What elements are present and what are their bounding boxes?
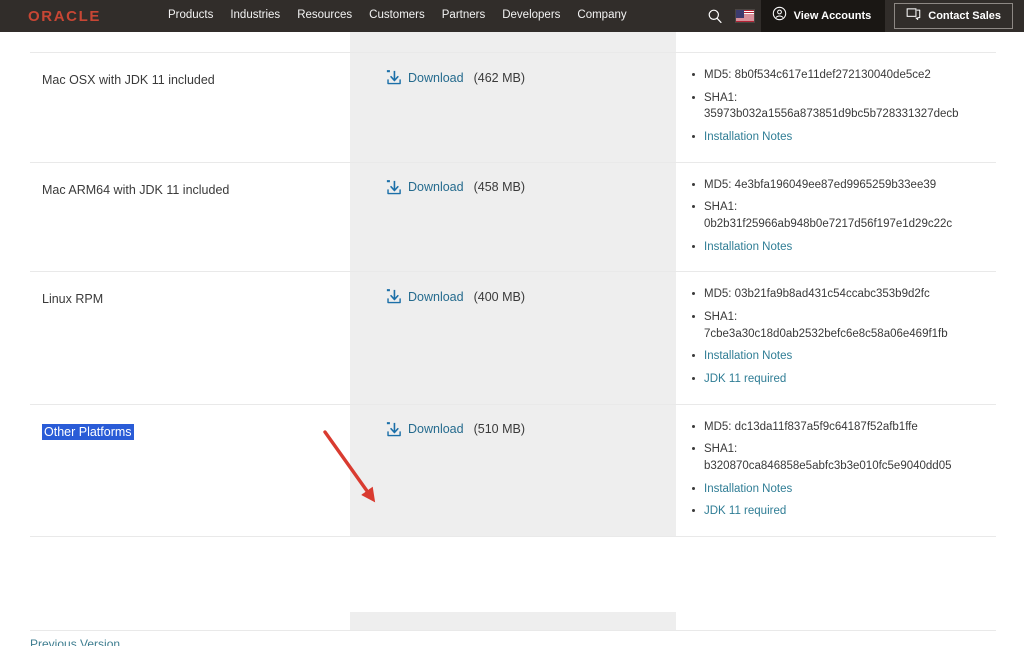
checksum-hash-value: b320870ca846858e5abfc3b3e010fc5e9040dd05 xyxy=(704,458,986,475)
checksum-hash: SHA1:0b2b31f25966ab948b0e7217d56f197e1d2… xyxy=(690,199,986,232)
search-icon[interactable] xyxy=(701,2,729,30)
table-row-stub xyxy=(30,612,996,631)
table-row: Mac ARM64 with JDK 11 included Download (4… xyxy=(30,163,996,273)
download-link[interactable]: Download (510 MB) xyxy=(385,421,525,438)
checksum-hash-label: SHA1: xyxy=(704,441,986,458)
download-label: Download xyxy=(408,71,464,85)
cell-platform: Linux RPM xyxy=(30,272,350,403)
contact-sales-label: Contact Sales xyxy=(928,10,1001,22)
checksum-link[interactable]: Installation Notes xyxy=(690,348,986,365)
download-size: (510 MB) xyxy=(474,422,525,436)
cell-checksum: MD5: 03b21fa9b8ad431c54ccabc353b9d2fc SHA… xyxy=(676,272,996,403)
checksum-list: MD5: dc13da11f837a5f9c64187f52afb1ffe SHA… xyxy=(690,419,986,520)
checksum-hash: SHA1:7cbe3a30c18d0ab2532befc6e8c58a06e46… xyxy=(690,309,986,342)
checksum-hash-value: 7cbe3a30c18d0ab2532befc6e8c58a06e469f1fb xyxy=(704,326,986,343)
view-accounts-label: View Accounts xyxy=(794,10,872,22)
nav-link-company[interactable]: Company xyxy=(577,10,626,22)
site-header: ORACLE Products Industries Resources Cus… xyxy=(0,0,1024,32)
checksum-list: MD5: 8b0f534c617e11def272130040de5ce2 SHA… xyxy=(690,67,986,146)
oracle-logo[interactable]: ORACLE xyxy=(28,9,101,24)
table-row: Mac OSX with JDK 11 included Download (462… xyxy=(30,53,996,163)
cell-download: Download (462 MB) xyxy=(350,53,676,162)
download-tray-icon xyxy=(385,69,402,86)
nav-link-partners[interactable]: Partners xyxy=(442,10,485,22)
download-table: Mac OSX with JDK 11 included Download (462… xyxy=(30,53,996,537)
table-row: Other Platforms Download (510 MB) MD5: dc13… xyxy=(30,405,996,537)
checksum-hash-value: 0b2b31f25966ab948b0e7217d56f197e1d29c22c xyxy=(704,216,986,233)
download-link[interactable]: Download (462 MB) xyxy=(385,69,525,86)
cell-platform: Mac ARM64 with JDK 11 included xyxy=(30,163,350,272)
checksum-list: MD5: 03b21fa9b8ad431c54ccabc353b9d2fc SHA… xyxy=(690,286,986,387)
checksum-link[interactable]: JDK 11 required xyxy=(690,503,986,520)
platform-label: Linux RPM xyxy=(42,292,103,306)
nav-link-products[interactable]: Products xyxy=(168,10,213,22)
partial-cell-platform xyxy=(30,32,350,52)
partial-cell-checksum xyxy=(676,32,996,52)
download-size: (400 MB) xyxy=(474,290,525,304)
account-circle-icon xyxy=(772,6,787,26)
checksum-hash: SHA1:b320870ca846858e5abfc3b3e010fc5e904… xyxy=(690,441,986,474)
header-actions: View Accounts Contact Sales xyxy=(701,0,1024,32)
cell-download: Download (510 MB) xyxy=(350,405,676,536)
contact-sales-button[interactable]: Contact Sales xyxy=(894,3,1013,29)
stub-cell-platform xyxy=(30,612,350,630)
checksum-text: MD5: dc13da11f837a5f9c64187f52afb1ffe xyxy=(690,419,986,436)
checksum-hash-value: 35973b032a1556a873851d9bc5b728331327decb xyxy=(704,106,986,123)
partial-cell-download xyxy=(350,32,676,52)
page-root: ORACLE Products Industries Resources Cus… xyxy=(0,0,1024,646)
cell-platform: Other Platforms xyxy=(30,405,350,536)
view-accounts-button[interactable]: View Accounts xyxy=(761,0,886,32)
platform-label: Mac OSX with JDK 11 included xyxy=(42,73,215,87)
download-link[interactable]: Download (458 MB) xyxy=(385,179,525,196)
nav-link-customers[interactable]: Customers xyxy=(369,10,425,22)
checksum-hash-label: SHA1: xyxy=(704,309,986,326)
checksum-text: MD5: 8b0f534c617e11def272130040de5ce2 xyxy=(690,67,986,84)
previous-version-link[interactable]: Previous Version xyxy=(30,637,120,646)
cell-download: Download (458 MB) xyxy=(350,163,676,272)
checksum-hash-label: SHA1: xyxy=(704,90,986,107)
checksum-text: MD5: 4e3bfa196049ee87ed9965259b33ee39 xyxy=(690,177,986,194)
checksum-list: MD5: 4e3bfa196049ee87ed9965259b33ee39 SHA… xyxy=(690,177,986,256)
cell-checksum: MD5: 8b0f534c617e11def272130040de5ce2 SHA… xyxy=(676,53,996,162)
us-flag-icon[interactable] xyxy=(735,9,755,23)
download-label: Download xyxy=(408,290,464,304)
checksum-hash: SHA1:35973b032a1556a873851d9bc5b72833132… xyxy=(690,90,986,123)
download-label: Download xyxy=(408,422,464,436)
download-size: (458 MB) xyxy=(474,180,525,194)
checksum-link[interactable]: Installation Notes xyxy=(690,239,986,256)
table-row-partial xyxy=(30,32,996,53)
nav-link-resources[interactable]: Resources xyxy=(297,10,352,22)
checksum-link[interactable]: JDK 11 required xyxy=(690,371,986,388)
chat-bubble-icon xyxy=(906,7,921,26)
download-tray-icon xyxy=(385,288,402,305)
checksum-hash-label: SHA1: xyxy=(704,199,986,216)
download-tray-icon xyxy=(385,421,402,438)
flag-canton xyxy=(736,10,745,18)
download-link[interactable]: Download (400 MB) xyxy=(385,288,525,305)
platform-label: Other Platforms xyxy=(42,424,134,440)
download-tray-icon xyxy=(385,179,402,196)
nav-link-developers[interactable]: Developers xyxy=(502,10,560,22)
cell-download: Download (400 MB) xyxy=(350,272,676,403)
table-row: Linux RPM Download (400 MB) MD5: 03b21fa9b8… xyxy=(30,272,996,404)
cell-checksum: MD5: 4e3bfa196049ee87ed9965259b33ee39 SHA… xyxy=(676,163,996,272)
download-label: Download xyxy=(408,180,464,194)
download-size: (462 MB) xyxy=(474,71,525,85)
platform-label: Mac ARM64 with JDK 11 included xyxy=(42,183,229,197)
stub-cell-download xyxy=(350,612,676,630)
checksum-link[interactable]: Installation Notes xyxy=(690,481,986,498)
cell-platform: Mac OSX with JDK 11 included xyxy=(30,53,350,162)
checksum-text: MD5: 03b21fa9b8ad431c54ccabc353b9d2fc xyxy=(690,286,986,303)
checksum-link[interactable]: Installation Notes xyxy=(690,129,986,146)
cell-checksum: MD5: dc13da11f837a5f9c64187f52afb1ffe SHA… xyxy=(676,405,996,536)
main-nav: Products Industries Resources Customers … xyxy=(168,10,627,22)
stub-cell-checksum xyxy=(676,612,996,630)
nav-link-industries[interactable]: Industries xyxy=(230,10,280,22)
